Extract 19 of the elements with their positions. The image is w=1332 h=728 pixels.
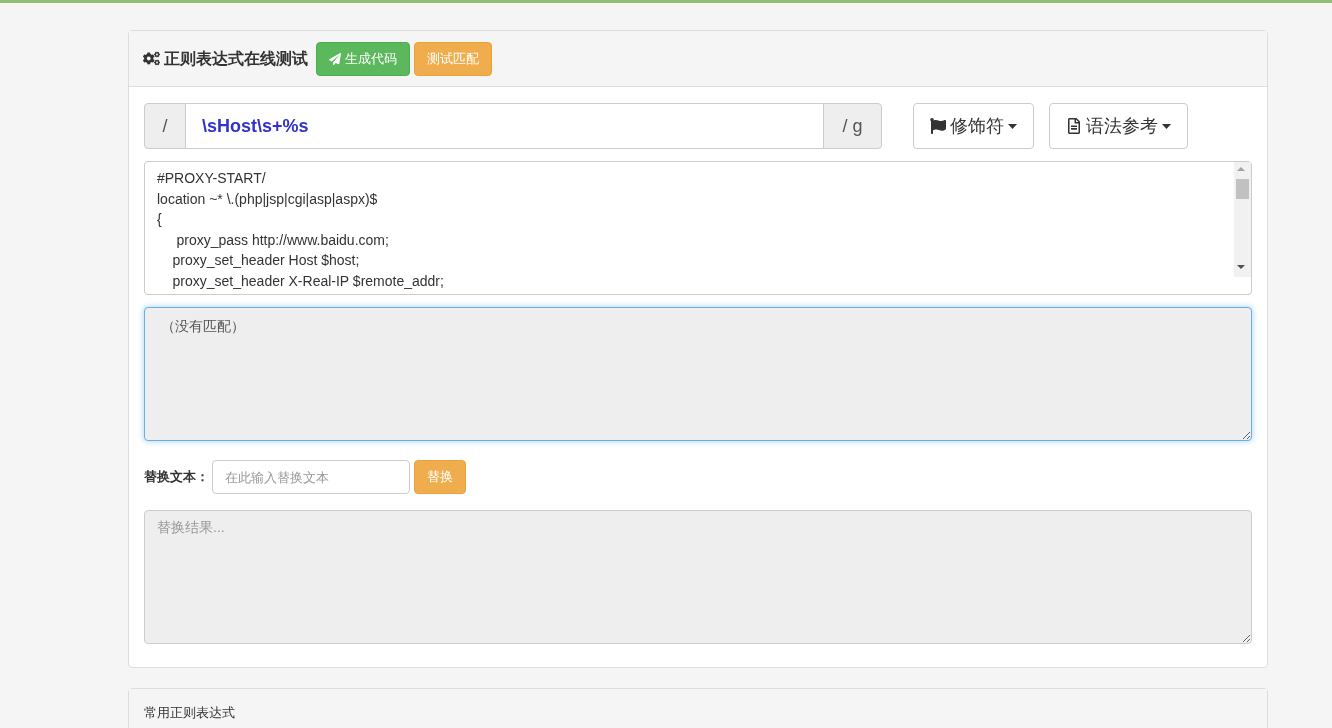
syntax-reference-dropdown[interactable]: 语法参考 (1049, 103, 1188, 149)
caret-icon (1008, 123, 1017, 129)
panel-title: 常用正则表达式 (144, 703, 235, 722)
flag-icon (930, 118, 946, 134)
scrollbar[interactable] (1234, 162, 1251, 277)
panel-title: 正则表达式在线测试 (164, 48, 308, 69)
source-text-area[interactable]: #PROXY-START/ location ~* \.(php|jsp|cgi|asp|aspx)$ { proxy_pass http://www.baidu.com; proxy_set_header Host $host; proxy_set_header X-Real-IP $remote_addr; (144, 161, 1252, 295)
replace-result-area[interactable]: 替换结果... (144, 510, 1252, 644)
gears-icon (143, 50, 160, 67)
regex-flags: / g (823, 103, 882, 149)
replace-input[interactable]: 在此输入替换文本 (212, 460, 410, 494)
match-result-area[interactable]: （没有匹配） (144, 307, 1252, 441)
paper-plane-icon (329, 52, 341, 65)
regex-input[interactable]: \sHost\s+%s (186, 103, 823, 149)
regex-prefix: / (144, 103, 186, 149)
replace-label: 替换文本： (144, 468, 209, 487)
modifiers-dropdown[interactable]: 修饰符 (913, 103, 1034, 149)
caret-icon (1162, 123, 1171, 129)
document-icon (1066, 118, 1082, 134)
